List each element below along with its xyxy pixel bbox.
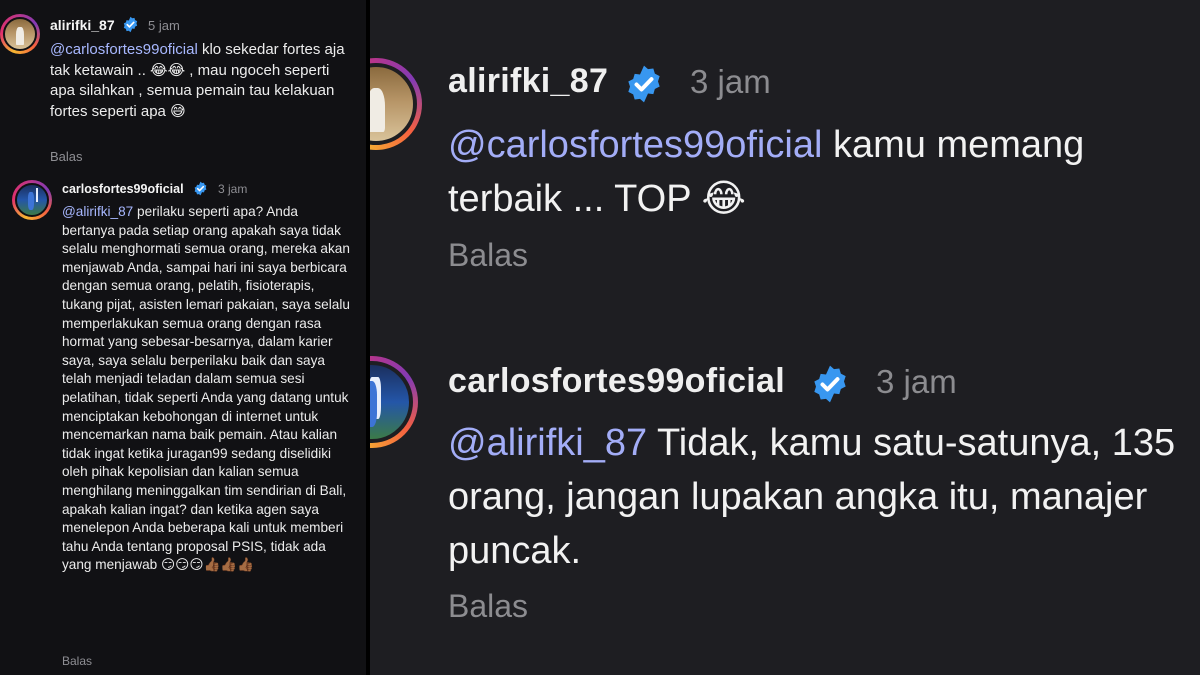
verified-badge-icon <box>194 181 207 196</box>
avatar-carlosfortes[interactable] <box>370 356 418 448</box>
comment-text: @alirifki_87 Tidak, kamu satu-satunya, 1… <box>448 416 1196 578</box>
mention-link[interactable]: @alirifki_87 <box>62 204 133 219</box>
username-alirifki[interactable]: alirifki_87 <box>448 62 608 101</box>
verified-badge-icon <box>628 65 660 103</box>
username-alirifki[interactable]: alirifki_87 <box>50 17 115 33</box>
username-carlosfortes[interactable]: carlosfortes99oficial <box>62 182 184 196</box>
avatar-alirifki[interactable] <box>370 58 422 150</box>
avatar-alirifki[interactable] <box>0 14 40 54</box>
comment-time: 3 jam <box>218 182 248 196</box>
reply-button[interactable]: Balas <box>448 237 528 274</box>
verified-badge-icon <box>814 365 846 403</box>
right-comment-thread-zoomed: alirifki_87 3 jam @carlosfortes99oficial… <box>370 0 1200 675</box>
comment-text: @alirifki_87 perilaku seperti apa? Anda … <box>62 203 354 575</box>
comment-body: perilaku seperti apa? Anda bertanya pada… <box>62 204 350 573</box>
username-carlosfortes[interactable]: carlosfortes99oficial <box>448 362 785 401</box>
left-comment-thread: alirifki_87 5 jam @carlosfortes99oficial… <box>0 0 366 675</box>
comment-time: 5 jam <box>148 18 180 33</box>
comment-text: @carlosfortes99oficial kamu memang terba… <box>448 118 1196 226</box>
avatar-carlosfortes[interactable] <box>12 180 52 220</box>
mention-link[interactable]: @carlosfortes99oficial <box>448 124 822 166</box>
screenshot-collage: alirifki_87 5 jam @carlosfortes99oficial… <box>0 0 1200 675</box>
reply-button[interactable]: Balas <box>62 654 92 668</box>
comment-time: 3 jam <box>690 63 771 100</box>
mention-link[interactable]: @carlosfortes99oficial <box>50 41 198 58</box>
reply-button[interactable]: Balas <box>50 149 83 164</box>
mention-link[interactable]: @alirifki_87 <box>448 422 647 464</box>
verified-badge-icon <box>123 16 138 33</box>
comment-text: @carlosfortes99oficial klo sekedar forte… <box>50 40 350 122</box>
reply-button[interactable]: Balas <box>448 588 528 625</box>
comment-time: 3 jam <box>876 363 957 400</box>
